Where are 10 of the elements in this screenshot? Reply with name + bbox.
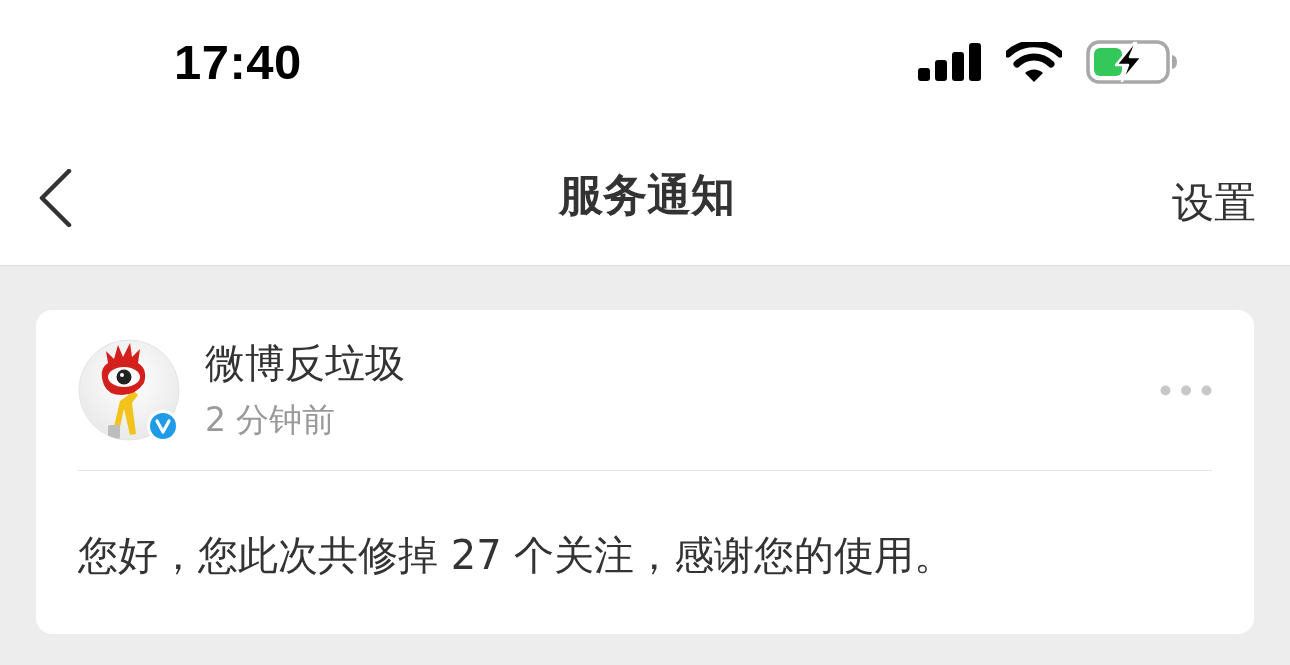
status-time: 17:40 — [174, 34, 302, 90]
sender-name: 微博反垃圾 — [205, 340, 406, 386]
back-icon[interactable] — [38, 168, 72, 227]
wifi-icon — [1006, 42, 1062, 82]
message-text: 您好，您此次共修掉 27 个关注，感谢您的使用。 — [78, 531, 956, 580]
page-title: 服务通知 — [559, 168, 735, 222]
settings-button[interactable]: 设置 — [1172, 174, 1256, 231]
battery-charging-icon — [1086, 40, 1178, 84]
message-time: 2 分钟前 — [205, 400, 337, 440]
signal-icon — [918, 43, 982, 81]
